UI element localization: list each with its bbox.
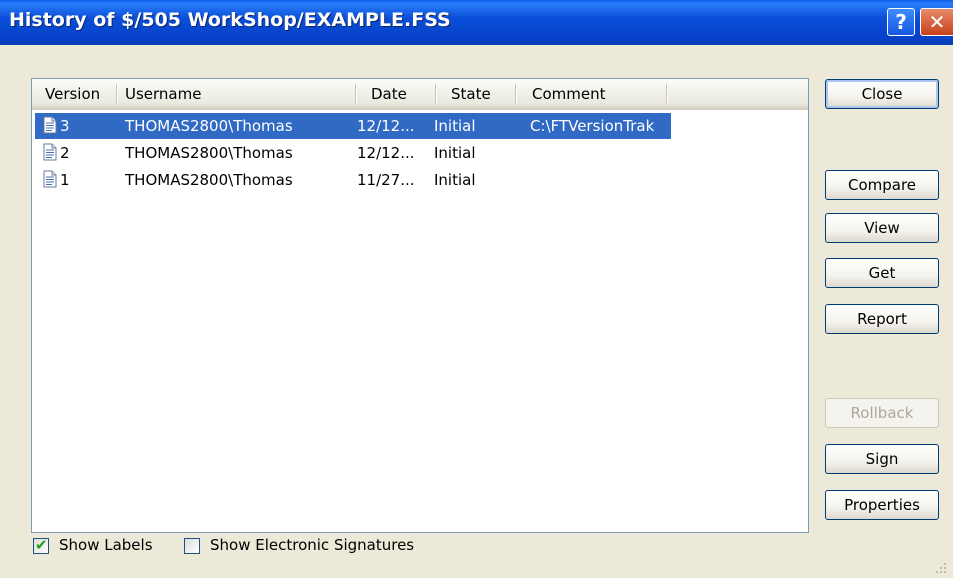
list-header: Version Username Date State Comment bbox=[32, 79, 808, 110]
checkmark-icon: ✔ bbox=[35, 536, 48, 554]
help-button[interactable]: ? bbox=[887, 8, 915, 36]
sign-button[interactable]: Sign bbox=[825, 444, 939, 474]
document-icon bbox=[43, 116, 57, 134]
column-divider[interactable] bbox=[515, 84, 517, 104]
compare-button[interactable]: Compare bbox=[825, 170, 939, 200]
close-button[interactable]: Close bbox=[825, 79, 939, 109]
username-cell: THOMAS2800\Thomas bbox=[125, 171, 293, 189]
show-labels-label[interactable]: Show Labels bbox=[59, 536, 153, 554]
resize-grip-icon[interactable] bbox=[935, 562, 947, 574]
rollback-button: Rollback bbox=[825, 398, 939, 428]
date-cell: 11/27... bbox=[357, 171, 415, 189]
state-cell: Initial bbox=[434, 117, 476, 135]
table-row[interactable]: 2 THOMAS2800\Thomas 12/12... Initial bbox=[35, 140, 671, 166]
show-signatures-checkbox[interactable] bbox=[184, 538, 200, 554]
column-divider[interactable] bbox=[435, 84, 437, 104]
table-row[interactable]: 1 THOMAS2800\Thomas 11/27... Initial bbox=[35, 167, 671, 193]
properties-button[interactable]: Properties bbox=[825, 490, 939, 520]
close-icon: ✕ bbox=[928, 10, 946, 34]
column-divider[interactable] bbox=[355, 84, 357, 104]
state-cell: Initial bbox=[434, 144, 476, 162]
history-dialog: History of $/505 WorkShop/EXAMPLE.FSS ? … bbox=[0, 0, 953, 578]
version-cell: 1 bbox=[60, 171, 70, 189]
date-cell: 12/12... bbox=[357, 144, 415, 162]
title-bar[interactable]: History of $/505 WorkShop/EXAMPLE.FSS ? … bbox=[0, 0, 953, 45]
column-header-date[interactable]: Date bbox=[371, 79, 407, 109]
column-header-version[interactable]: Version bbox=[45, 79, 100, 109]
version-cell: 3 bbox=[60, 117, 70, 135]
username-cell: THOMAS2800\Thomas bbox=[125, 117, 293, 135]
username-cell: THOMAS2800\Thomas bbox=[125, 144, 293, 162]
comment-cell: C:\FTVersionTrak bbox=[530, 117, 655, 135]
report-button[interactable]: Report bbox=[825, 304, 939, 334]
window-close-button[interactable]: ✕ bbox=[920, 8, 953, 36]
help-icon: ? bbox=[895, 10, 907, 34]
document-icon bbox=[43, 143, 57, 161]
document-icon bbox=[43, 170, 57, 188]
table-row[interactable]: 3 THOMAS2800\Thomas 12/12... Initial C:\… bbox=[35, 113, 671, 139]
column-header-username[interactable]: Username bbox=[125, 79, 201, 109]
show-labels-checkbox[interactable]: ✔ bbox=[33, 536, 49, 554]
window-title: History of $/505 WorkShop/EXAMPLE.FSS bbox=[9, 9, 451, 31]
state-cell: Initial bbox=[434, 171, 476, 189]
column-header-comment[interactable]: Comment bbox=[532, 79, 606, 109]
show-signatures-label[interactable]: Show Electronic Signatures bbox=[210, 536, 414, 554]
history-list[interactable]: Version Username Date State Comment 3 TH… bbox=[31, 78, 809, 533]
get-button[interactable]: Get bbox=[825, 258, 939, 288]
column-header-state[interactable]: State bbox=[451, 79, 491, 109]
view-button[interactable]: View bbox=[825, 213, 939, 243]
column-divider[interactable] bbox=[116, 84, 118, 104]
version-cell: 2 bbox=[60, 144, 70, 162]
column-divider[interactable] bbox=[666, 84, 668, 104]
date-cell: 12/12... bbox=[357, 117, 415, 135]
